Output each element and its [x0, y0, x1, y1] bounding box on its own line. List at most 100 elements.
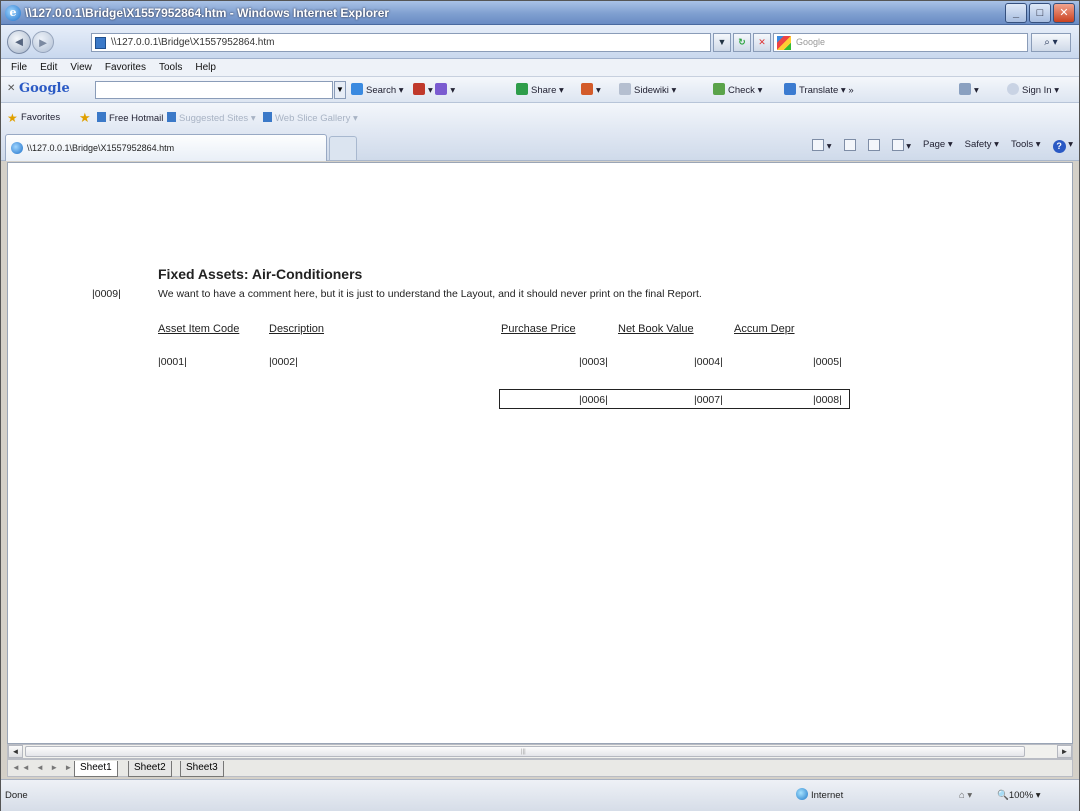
favorites-button[interactable]: Favorites	[21, 112, 60, 123]
google-toolbar: ✕ Google ▼ Search ▾ ▾ ▾ Share ▾ ▾ Sidewi…	[1, 77, 1079, 103]
search-input[interactable]: Google	[773, 33, 1028, 52]
protected-mode-icon[interactable]: ⌂ ▾	[959, 790, 972, 801]
home-button[interactable]: ▾	[812, 139, 832, 153]
scroll-thumb[interactable]: |||	[25, 746, 1025, 757]
tab-active[interactable]: \\127.0.0.1\Bridge\X1557952864.htm	[5, 134, 327, 161]
bookmark-icon	[435, 83, 448, 95]
sidewiki-icon	[619, 83, 631, 95]
print-icon	[891, 139, 904, 151]
header-description: Description	[269, 323, 325, 335]
page-icon	[167, 112, 176, 122]
detail-purchase-price: |0003|	[579, 356, 608, 368]
sheet-tab-3[interactable]: Sheet3	[180, 761, 224, 777]
tab-row: \\127.0.0.1\Bridge\X1557952864.htm ▾ ▾ P…	[1, 131, 1079, 161]
sheet-tabs: ◄◄ ◄ ► ►► Sheet1 Sheet2 Sheet3	[7, 759, 1073, 777]
toolbar-close-icon[interactable]: ✕	[7, 83, 15, 94]
sheet-tab-1[interactable]: Sheet1	[74, 761, 118, 777]
wrench-settings[interactable]: ▾	[959, 83, 979, 96]
sidewiki-button[interactable]: Sidewiki ▾	[619, 83, 676, 96]
safety-menu[interactable]: Safety ▾	[965, 139, 999, 153]
google-logo-icon	[777, 36, 791, 50]
scroll-left-icon[interactable]: ◄	[8, 745, 23, 758]
address-dropdown-button[interactable]: ▼	[713, 33, 731, 52]
report-comment: We want to have a comment here, but it i…	[158, 288, 702, 300]
scroll-right-icon[interactable]: ►	[1057, 745, 1072, 758]
google-tool-icons[interactable]: ▾ ▾	[413, 83, 455, 96]
print-button[interactable]: ▾	[891, 139, 911, 153]
menu-tools[interactable]: Tools	[153, 59, 189, 76]
header-net-book-value: Net Book Value	[618, 323, 694, 335]
total-purchase-price: |0006|	[579, 394, 608, 406]
feeds-button[interactable]	[843, 139, 856, 153]
menu-view[interactable]: View	[64, 59, 99, 76]
menu-help[interactable]: Help	[189, 59, 223, 76]
header-purchase-price: Purchase Price	[501, 323, 576, 335]
translate-icon	[784, 83, 796, 95]
google-search-button[interactable]: Search ▾	[351, 83, 404, 96]
translate-button[interactable]: Translate ▾ »	[784, 83, 854, 96]
menu-favorites[interactable]: Favorites	[99, 59, 153, 76]
tools-menu[interactable]: Tools ▾	[1011, 139, 1041, 153]
google-brand: Google	[19, 81, 70, 96]
user-icon	[1007, 83, 1019, 95]
command-bar: ▾ ▾ Page ▾ Safety ▾ Tools ▾ ? ▾	[812, 139, 1073, 153]
page-icon	[97, 112, 106, 122]
refresh-button[interactable]: ↻	[733, 33, 751, 52]
search-button[interactable]: ⌕ ▾	[1031, 33, 1071, 52]
tab-title: \\127.0.0.1\Bridge\X1557952864.htm	[27, 143, 175, 153]
mail-icon	[867, 139, 880, 151]
menu-bar: File Edit View Favorites Tools Help	[1, 59, 1079, 77]
header-asset-item-code: Asset Item Code	[158, 323, 240, 335]
favorites-star-icon[interactable]: ★	[7, 111, 18, 125]
window-controls: _ □ ✕	[1005, 3, 1075, 23]
fav-link-suggested[interactable]: Suggested Sites ▾	[167, 112, 256, 124]
address-field[interactable]: \\127.0.0.1\Bridge\X1557952864.htm	[91, 33, 711, 52]
home-icon	[812, 139, 825, 151]
check-button[interactable]: Check ▾	[713, 83, 762, 96]
add-favorite-icon[interactable]: ★	[79, 110, 91, 126]
zoom-level[interactable]: 🔍100% ▾	[997, 790, 1041, 801]
share-button[interactable]: Share ▾	[516, 83, 564, 96]
back-button[interactable]: ◄	[7, 30, 31, 54]
sign-in-button[interactable]: Sign In ▾	[1007, 83, 1059, 96]
ie-window: e \\127.0.0.1\Bridge\X1557952864.htm - W…	[0, 0, 1080, 811]
close-button[interactable]: ✕	[1053, 3, 1075, 23]
ie-logo-icon: e	[5, 5, 21, 21]
address-bar: ◄ ► \\127.0.0.1\Bridge\X1557952864.htm ▼…	[1, 25, 1079, 59]
minimize-button[interactable]: _	[1005, 3, 1027, 23]
forward-button[interactable]: ►	[32, 31, 54, 53]
detail-description: |0002|	[269, 356, 298, 368]
stop-button[interactable]: ✕	[753, 33, 771, 52]
window-title: \\127.0.0.1\Bridge\X1557952864.htm - Win…	[25, 6, 390, 20]
google-search-dropdown[interactable]: ▼	[334, 81, 346, 99]
globe-icon	[796, 788, 808, 800]
popup-blocker-icon	[413, 83, 425, 95]
fav-link-webslice[interactable]: Web Slice Gallery ▾	[263, 112, 358, 124]
fav-link-hotmail[interactable]: Free Hotmail	[97, 112, 163, 124]
new-tab-button[interactable]	[329, 136, 357, 160]
ie-page-icon	[11, 142, 23, 154]
menu-file[interactable]: File	[5, 59, 34, 76]
help-menu[interactable]: ? ▾	[1052, 139, 1073, 153]
security-zone[interactable]: Internet	[796, 788, 843, 801]
status-bar: Done Internet ⌂ ▾ 🔍100% ▾	[1, 779, 1079, 811]
page-icon	[263, 112, 272, 122]
horizontal-scrollbar[interactable]: ◄ ||| ►	[7, 744, 1073, 759]
google-search-input[interactable]	[95, 81, 333, 99]
header-accum-depr: Accum Depr	[734, 323, 795, 335]
mail-button[interactable]	[867, 139, 880, 153]
search-icon	[351, 83, 363, 95]
report-title: Fixed Assets: Air-Conditioners	[158, 266, 363, 282]
share-icon	[516, 83, 528, 95]
autofill-button[interactable]: ▾	[581, 83, 601, 96]
page-menu[interactable]: Page ▾	[923, 139, 953, 153]
page-content: Fixed Assets: Air-Conditioners |0009| We…	[7, 162, 1073, 744]
help-icon: ?	[1052, 140, 1066, 153]
page-icon	[95, 37, 106, 49]
totals-box	[499, 389, 850, 409]
maximize-button[interactable]: □	[1029, 3, 1051, 23]
menu-edit[interactable]: Edit	[34, 59, 64, 76]
sheet-tab-2[interactable]: Sheet2	[128, 761, 172, 777]
total-net-book-value: |0007|	[694, 394, 723, 406]
feeds-icon	[843, 139, 856, 151]
